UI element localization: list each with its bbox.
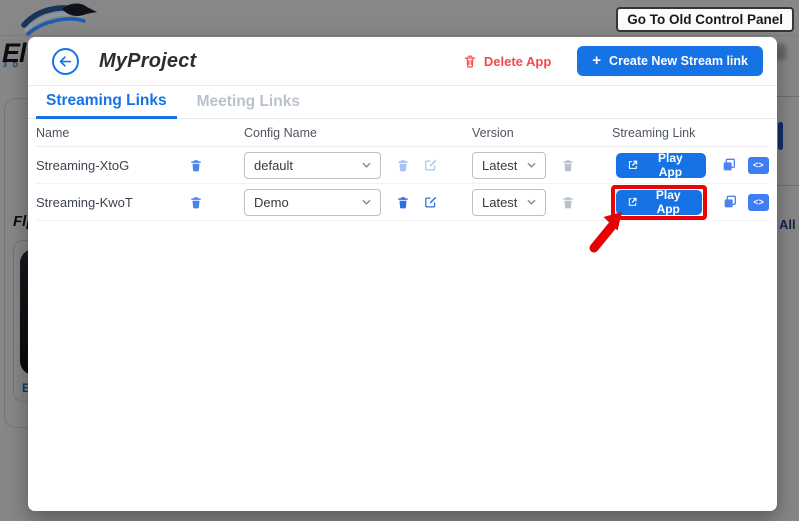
version-value: Latest [482, 157, 518, 173]
create-new-stream-link-label: Create New Stream link [609, 54, 748, 68]
project-title: MyProject [99, 49, 197, 72]
column-header-streaming-link: Streaming Link [612, 125, 696, 140]
stream-name: Streaming-XtoG [36, 157, 130, 173]
delete-version-icon[interactable] [558, 155, 578, 175]
stream-name: Streaming-KwoT [36, 194, 133, 210]
chevron-down-icon [527, 162, 536, 168]
create-new-stream-link-button[interactable]: + Create New Stream link [577, 46, 763, 76]
delete-app-label: Delete App [483, 53, 552, 69]
table-row: Streaming-KwoT Demo Latest Play App <> [36, 184, 769, 221]
trash-icon [464, 55, 476, 68]
version-value: Latest [482, 194, 518, 210]
external-link-icon [628, 160, 638, 169]
play-app-button[interactable]: Play App [616, 151, 707, 179]
copy-link-icon[interactable] [720, 192, 739, 212]
chevron-down-icon [362, 162, 371, 168]
version-select[interactable]: Latest [472, 151, 546, 179]
config-name-value: Demo [254, 194, 289, 210]
play-app-label: Play App [655, 188, 681, 216]
config-name-value: default [254, 157, 294, 173]
project-modal: MyProject Delete App + Create New Stream… [28, 37, 777, 511]
stream-links-table: Name Config Name Version Streaming Link … [28, 119, 777, 221]
chevron-down-icon [362, 199, 371, 205]
table-header-row: Name Config Name Version Streaming Link [36, 119, 769, 147]
external-link-icon [628, 197, 637, 206]
arrow-left-icon [59, 55, 72, 67]
table-row: Streaming-XtoG default Latest Play App <… [36, 147, 769, 184]
back-button[interactable] [52, 47, 79, 75]
modal-header: MyProject Delete App + Create New Stream… [28, 37, 777, 86]
edit-config-icon[interactable] [421, 192, 441, 212]
delete-stream-icon[interactable] [186, 155, 206, 175]
tutorial-pointer-arrow-icon [586, 208, 630, 259]
column-header-name: Name [36, 125, 70, 140]
go-to-old-control-panel-button[interactable]: Go To Old Control Panel [616, 7, 794, 32]
tab-streaming-links[interactable]: Streaming Links [36, 86, 177, 119]
tab-bar: Streaming Links Meeting Links [28, 86, 777, 119]
column-header-version: Version [472, 125, 514, 140]
embed-code-icon[interactable]: <> [747, 156, 769, 174]
delete-config-icon[interactable] [393, 192, 413, 212]
plus-icon: + [592, 52, 602, 69]
tab-meeting-links[interactable]: Meeting Links [187, 86, 310, 118]
config-name-select[interactable]: Demo [244, 188, 381, 216]
copy-link-icon[interactable] [719, 155, 738, 175]
embed-code-icon[interactable]: <> [748, 193, 769, 211]
delete-app-button[interactable]: Delete App [463, 54, 551, 69]
delete-version-icon[interactable] [558, 192, 578, 212]
chevron-down-icon [527, 199, 536, 205]
config-name-select[interactable]: default [244, 151, 381, 179]
delete-config-icon[interactable] [393, 155, 413, 175]
version-select[interactable]: Latest [472, 188, 546, 216]
edit-config-icon[interactable] [421, 155, 441, 175]
play-app-label: Play App [658, 151, 683, 179]
column-header-config-name: Config Name [244, 125, 317, 140]
screen: El 3 D Flp E All Go To Old Control Panel [0, 0, 799, 521]
delete-stream-icon[interactable] [186, 192, 206, 212]
